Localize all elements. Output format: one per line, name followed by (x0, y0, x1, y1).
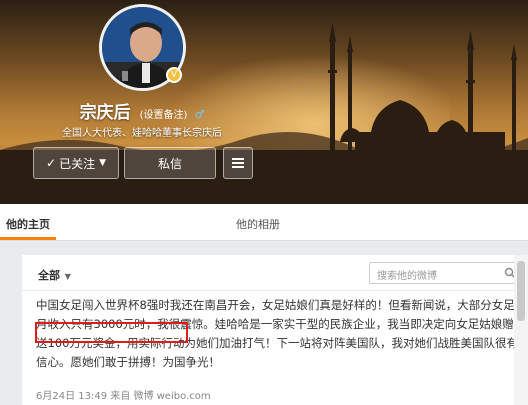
chevron-down-icon: ▼ (99, 158, 106, 168)
check-icon: ✓ (46, 156, 57, 170)
tab-album[interactable]: 他的相册 (236, 216, 280, 232)
scrollbar-thumb[interactable] (517, 261, 525, 321)
verified-badge-icon: V (166, 67, 182, 83)
followed-button[interactable]: ✓ 已关注 ▼ (33, 147, 119, 179)
filter-all-dropdown[interactable]: 全部 ▼ (38, 267, 71, 283)
profile-tabs: 他的主页 他的相册 (0, 204, 528, 241)
chevron-down-icon: ▼ (62, 272, 71, 281)
feed-filter-bar: 全部 ▼ 搜索他的微博 (22, 255, 528, 291)
left-margin (0, 255, 22, 405)
profile-bio: 全国人大代表、娃哈哈董事长宗庆后 (62, 128, 222, 139)
weibo-post: 中国女足闯入世界杯8强时我还在南昌开会，女足姑娘们真是好样的！但看新闻说，大部分… (22, 291, 528, 405)
highlight-box (35, 322, 188, 343)
scrollbar[interactable] (514, 255, 528, 405)
profile-name-row: 宗庆后 (设置备注) ♂ (0, 98, 284, 123)
feed-search-box[interactable]: 搜索他的微博 (369, 262, 523, 284)
active-tab-indicator (0, 237, 56, 240)
more-menu-button[interactable] (223, 147, 253, 179)
hamburger-menu-icon (232, 156, 244, 170)
private-message-button[interactable]: 私信 (124, 147, 216, 179)
tab-home[interactable]: 他的主页 (6, 216, 50, 232)
male-gender-icon: ♂ (194, 108, 205, 121)
set-remark-link[interactable]: (设置备注) (140, 110, 188, 121)
section-gap (0, 241, 528, 255)
private-message-label: 私信 (157, 156, 182, 171)
filter-all-label: 全部 (38, 269, 60, 282)
followed-label: 已关注 (59, 156, 96, 171)
search-placeholder: 搜索他的微博 (377, 271, 437, 282)
post-meta: 6月24日 13:49 来自 微博 weibo.com (36, 391, 211, 402)
profile-name: 宗庆后 (79, 103, 131, 123)
